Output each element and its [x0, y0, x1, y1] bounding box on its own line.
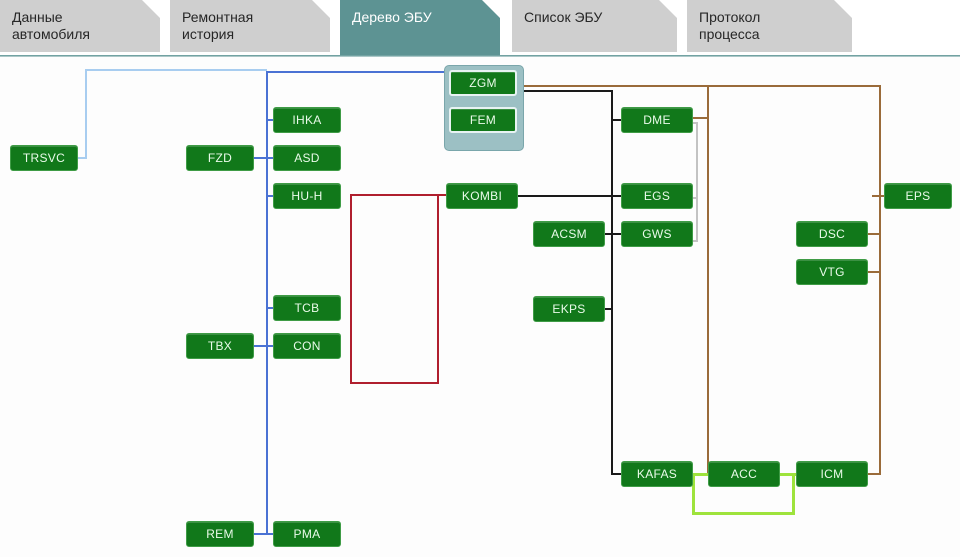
node-label: ZGM	[469, 76, 497, 90]
tab-ecu-tree[interactable]: Дерево ЭБУ	[340, 0, 500, 57]
tab-label-line1: Дерево ЭБУ	[352, 9, 432, 25]
wire-blue-con	[254, 345, 275, 347]
node-label: KAFAS	[636, 467, 678, 481]
node-label: VTG	[819, 265, 845, 279]
wire-red-left	[350, 194, 352, 384]
node-egs[interactable]: EGS	[621, 183, 693, 209]
node-label: DME	[643, 113, 671, 127]
wire-brown-right	[879, 85, 881, 475]
node-vtg[interactable]: VTG	[796, 259, 868, 285]
tab-label-line1: Данные	[12, 9, 63, 25]
node-label: ICM	[820, 467, 844, 481]
node-label: IHKA	[292, 113, 322, 127]
node-label: HU-H	[291, 189, 323, 203]
node-label: REM	[206, 527, 234, 541]
node-dsc[interactable]: DSC	[796, 221, 868, 247]
node-huh[interactable]: HU-H	[273, 183, 341, 209]
wire-black-kombi	[518, 195, 622, 197]
node-asd[interactable]: ASD	[273, 145, 341, 171]
node-tcb[interactable]: TCB	[273, 295, 341, 321]
wire-trsvc-v	[85, 69, 87, 159]
wire-lime-bottom	[692, 512, 795, 515]
node-label: EPS	[905, 189, 931, 203]
node-eps[interactable]: EPS	[884, 183, 952, 209]
node-gws[interactable]: GWS	[621, 221, 693, 247]
node-label: FZD	[207, 151, 233, 165]
wire-black-zgm-h	[517, 90, 613, 92]
node-tbx[interactable]: TBX	[186, 333, 254, 359]
wire-red-right	[437, 194, 439, 384]
node-label: ACC	[730, 467, 758, 481]
wire-gray-v	[696, 122, 698, 242]
node-acsm[interactable]: ACSM	[533, 221, 605, 247]
wire-blue-main	[266, 71, 268, 534]
wire-black-main	[611, 90, 613, 474]
node-kombi[interactable]: KOMBI	[446, 183, 518, 209]
node-label: DSC	[818, 227, 846, 241]
tab-label-line1: Список ЭБУ	[524, 9, 603, 25]
tab-repair-history[interactable]: Ремонтная история	[170, 0, 330, 52]
node-ihka[interactable]: IHKA	[273, 107, 341, 133]
tab-label-line2: процесса	[699, 26, 760, 42]
node-label: EGS	[643, 189, 671, 203]
wire-brown-dsc	[868, 233, 881, 235]
tab-ecu-list[interactable]: Список ЭБУ	[512, 0, 677, 52]
node-label: PMA	[293, 527, 321, 541]
wire-red-bottom	[350, 382, 439, 384]
node-ekps[interactable]: EKPS	[533, 296, 605, 322]
wire-blue-asd	[254, 157, 275, 159]
node-label: EKPS	[552, 302, 586, 316]
wire-blue-top	[266, 71, 451, 73]
node-label: FEM	[469, 113, 497, 127]
tab-process-log[interactable]: Протокол процесса	[687, 0, 852, 52]
wire-trsvc-h	[85, 69, 267, 71]
node-dme[interactable]: DME	[621, 107, 693, 133]
tab-label-line2: автомобиля	[12, 26, 90, 42]
node-icm[interactable]: ICM	[796, 461, 868, 487]
wire-brown-top	[517, 85, 881, 87]
ecu-tree-canvas: TRSVC FZD IHKA ASD HU-H TCB TBX CON REM PMA ZGM FEM…	[0, 57, 960, 557]
tab-label-line2: история	[182, 26, 235, 42]
node-zgm[interactable]: ZGM	[449, 70, 517, 96]
node-label: ASD	[294, 151, 320, 165]
node-label: CON	[293, 339, 321, 353]
node-fzd[interactable]: FZD	[186, 145, 254, 171]
wire-blue-rem	[254, 533, 275, 535]
node-label: ACSM	[551, 227, 587, 241]
node-pma[interactable]: PMA	[273, 521, 341, 547]
node-trsvc[interactable]: TRSVC	[10, 145, 78, 171]
node-label: TCB	[294, 301, 320, 315]
tab-label-line1: Протокол	[699, 9, 761, 25]
wire-red-top	[350, 194, 448, 196]
node-con[interactable]: CON	[273, 333, 341, 359]
node-label: TBX	[207, 339, 233, 353]
wire-lime-icm	[779, 473, 797, 476]
wire-brown-dme-r	[693, 117, 709, 119]
wire-lime-right-v	[792, 473, 795, 515]
wire-brown-left	[707, 85, 709, 475]
node-kafas[interactable]: KAFAS	[621, 461, 693, 487]
wire-brown-icm	[868, 473, 881, 475]
node-label: TRSVC	[22, 151, 66, 165]
node-rem[interactable]: REM	[186, 521, 254, 547]
node-label: GWS	[642, 227, 672, 241]
tab-vehicle-data[interactable]: Данные автомобиля	[0, 0, 160, 52]
node-label: KOMBI	[461, 189, 503, 203]
wire-black-ekps	[604, 308, 613, 310]
node-fem[interactable]: FEM	[449, 107, 517, 133]
wire-brown-vtg	[868, 271, 881, 273]
tab-label-line1: Ремонтная	[182, 9, 254, 25]
node-acc[interactable]: ACC	[708, 461, 780, 487]
wire-black-gws	[604, 233, 622, 235]
tab-bar: Данные автомобиля Ремонтная история Дерево Э…	[0, 0, 960, 57]
